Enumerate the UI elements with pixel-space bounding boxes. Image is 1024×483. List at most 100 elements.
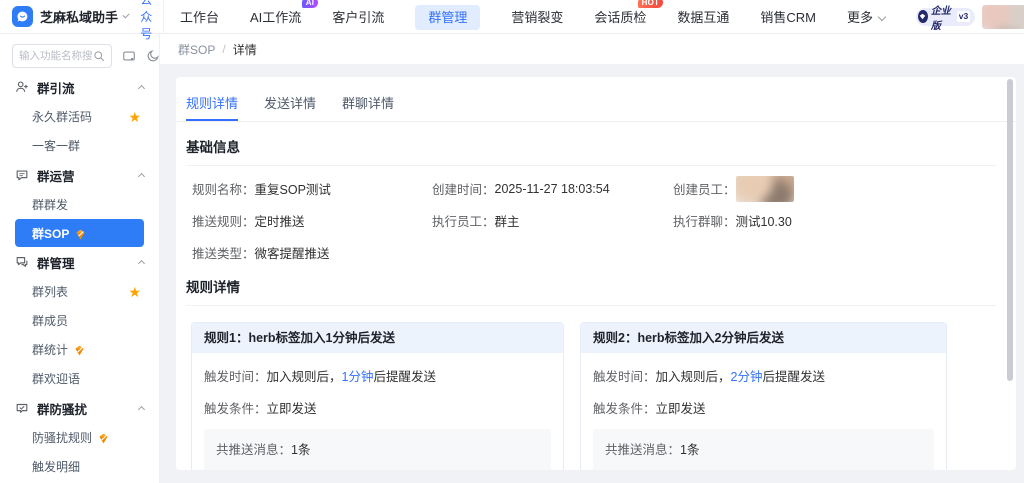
field-value: 群主: [495, 211, 520, 230]
field-value: 微客提醒推送: [255, 243, 330, 262]
sidebar-menu: 群引流 永久群活码 ★ 一客一群 群运营 群群发 群SOP: [0, 72, 159, 481]
sidebar-group-qun-fangsaorao[interactable]: 群防骚扰: [0, 393, 159, 423]
field-value: 定时推送: [255, 211, 305, 230]
breadcrumb: 群SOP / 详情: [160, 34, 1024, 64]
star-icon: ★: [128, 285, 141, 299]
tab-rule-detail[interactable]: 规则详情: [186, 87, 238, 121]
app-logo[interactable]: 芝麻私域助手 公众号: [0, 0, 163, 42]
field-value: 后提醒发送: [762, 370, 825, 384]
account-type-link[interactable]: 公众号: [140, 0, 163, 42]
nav-item-data-interop[interactable]: 数据互通: [677, 7, 729, 26]
plan-label: 企业版: [931, 2, 954, 32]
ai-badge: AI: [302, 0, 319, 8]
chat-icon: [15, 168, 29, 182]
sidebar-item-qun-sop[interactable]: 群SOP: [15, 219, 144, 247]
field-value: 立即发送: [656, 402, 706, 416]
rule-card-1: 规则1：herb标签加入1分钟后发送 触发时间：加入规则后，1分钟后提醒发送 触…: [191, 322, 564, 470]
field-label: 执行员工：: [432, 211, 495, 230]
rule-messages-box: 共推送消息：1条 文案：herb标签加入1分钟后发送: [204, 429, 551, 470]
nav-item-customer-acquisition[interactable]: 客户引流: [332, 7, 384, 26]
sidebar-group-qun-yinliu[interactable]: 群引流: [0, 72, 159, 102]
rule-details-section: 规则详情: [186, 262, 996, 306]
console-icon[interactable]: [122, 49, 136, 63]
nav-item-marketing-fission[interactable]: 营销裂变: [511, 7, 563, 26]
field-label: 共推送消息：: [605, 443, 680, 457]
group-label: 群运营: [37, 166, 75, 185]
chevron-down-icon: [878, 13, 886, 21]
sidebar-item-qun-tongji[interactable]: 群统计: [0, 335, 159, 364]
chevron-up-icon: [138, 259, 145, 266]
rule-trigger-time: 触发时间：加入规则后，1分钟后提醒发送: [204, 366, 551, 385]
detail-tabs: 规则详情 发送详情 群聊详情: [176, 87, 1016, 122]
nav-label: 客户引流: [332, 10, 384, 25]
nav-label: 工作台: [180, 10, 219, 25]
field-value: 2025-11-27 18:03:54: [495, 182, 610, 196]
sidebar-item-yongjiu-qun-huoma[interactable]: 永久群活码 ★: [0, 102, 159, 131]
tab-chat-detail[interactable]: 群聊详情: [342, 87, 394, 121]
search-input[interactable]: [19, 50, 93, 62]
field-value: 测试10.30: [736, 211, 792, 230]
sidebar-item-chufa-mingxi[interactable]: 触发明细: [0, 452, 159, 481]
user-avatar[interactable]: [982, 5, 1024, 29]
sidebar-item-qun-chengyuan[interactable]: 群成员: [0, 306, 159, 335]
sidebar-item-qun-qunfa[interactable]: 群群发: [0, 190, 159, 219]
group-label: 群防骚扰: [37, 399, 87, 418]
chevron-up-icon: [138, 405, 145, 412]
sidebar-item-yike-yiqun[interactable]: 一客一群: [0, 131, 159, 160]
field-rule-name: 规则名称： 重复SOP测试: [192, 179, 432, 198]
sidebar-item-qun-liebiao[interactable]: 群列表 ★: [0, 277, 159, 306]
field-value: 重复SOP测试: [255, 179, 331, 198]
item-label: 防骚扰规则: [32, 429, 92, 446]
sidebar-item-qun-huanyingyu[interactable]: 群欢迎语: [0, 364, 159, 393]
star-icon: ★: [128, 110, 141, 124]
function-search[interactable]: [12, 44, 112, 68]
breadcrumb-parent[interactable]: 群SOP: [178, 41, 215, 58]
field-value: 后提醒发送: [373, 370, 436, 384]
top-navbar: 芝麻私域助手 公众号 工作台 AI工作流AI 客户引流 群管理 营销裂变 会话质…: [0, 0, 1024, 34]
rule-trigger-time: 触发时间：加入规则后，2分钟后提醒发送: [593, 366, 934, 385]
nav-item-ai-workflow[interactable]: AI工作流AI: [250, 7, 301, 26]
item-label: 群欢迎语: [32, 370, 80, 387]
field-label: 规则名称：: [192, 179, 255, 198]
detail-panel: 规则详情 发送详情 群聊详情 基础信息 规则名称： 重复SOP测试 创建时间： …: [176, 77, 1016, 470]
field-label: 触发条件：: [204, 402, 267, 416]
item-label: 永久群活码: [32, 108, 92, 125]
vertical-scrollbar[interactable]: [1007, 79, 1013, 381]
nav-item-sales-crm[interactable]: 销售CRM: [760, 7, 816, 26]
tab-send-detail[interactable]: 发送详情: [264, 87, 316, 121]
chevron-up-icon: [138, 84, 145, 91]
field-label: 触发时间：: [204, 370, 267, 384]
app-logo-icon: [12, 6, 33, 27]
moon-icon[interactable]: [146, 49, 160, 63]
nav-item-conversation-qc[interactable]: 会话质检HOT: [594, 7, 646, 26]
nav-item-workbench[interactable]: 工作台: [180, 7, 219, 26]
nav-item-more[interactable]: 更多: [847, 7, 885, 26]
field-value: 加入规则后，: [267, 370, 342, 384]
sidebar-group-qun-yunying[interactable]: 群运营: [0, 160, 159, 190]
sidebar-item-fangsaorao-guize[interactable]: 防骚扰规则: [0, 423, 159, 452]
item-label: 群SOP: [32, 225, 69, 242]
info-row: 推送规则： 定时推送 执行员工： 群主 执行群聊： 测试10.30: [186, 211, 996, 230]
vip-gem-icon: [73, 344, 86, 357]
message-count-line: 共推送消息：1条: [216, 439, 539, 458]
rule-details-title: 规则详情: [186, 262, 996, 306]
breadcrumb-current: 详情: [233, 41, 257, 58]
breadcrumb-separator: /: [222, 42, 225, 56]
rule-card-2: 规则2：herb标签加入2分钟后发送 触发时间：加入规则后，2分钟后提醒发送 触…: [580, 322, 947, 470]
rule-card-title: 规则1：herb标签加入1分钟后发送: [192, 323, 563, 353]
group-label: 群管理: [37, 253, 75, 272]
item-label: 群统计: [32, 341, 68, 358]
field-label: 推送类型：: [192, 243, 255, 262]
nav-label-active: 群管理: [415, 5, 480, 30]
item-label: 群群发: [32, 196, 68, 213]
field-label: 推送规则：: [192, 211, 255, 230]
field-label: 创建员工：: [673, 179, 736, 198]
nav-item-group-management[interactable]: 群管理: [415, 7, 480, 26]
nav-label: 营销裂变: [511, 10, 563, 25]
main-area: 群SOP / 详情 规则详情 发送详情 群聊详情 基础信息 规则名称： 重复SO…: [160, 34, 1024, 483]
nav-label: 更多: [847, 10, 873, 25]
nav-label: 销售CRM: [760, 10, 816, 25]
field-label: 触发条件：: [593, 402, 656, 416]
plan-badge: 企业版 v3: [916, 8, 975, 26]
sidebar-group-qun-guanli[interactable]: 群管理: [0, 247, 159, 277]
